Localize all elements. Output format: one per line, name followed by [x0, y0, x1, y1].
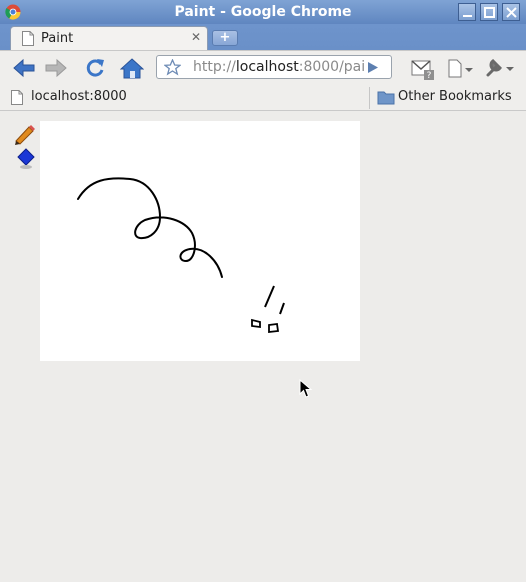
tab-paint[interactable]: Paint ✕	[10, 26, 208, 50]
drawing-canvas[interactable]	[40, 121, 360, 361]
go-arrow-icon[interactable]	[367, 61, 379, 74]
bookmark-localhost[interactable]: localhost:8000	[31, 89, 127, 104]
window-title: Paint - Google Chrome	[174, 4, 352, 20]
other-bookmarks[interactable]: Other Bookmarks	[398, 89, 512, 104]
address-bar[interactable]: http://localhost:8000/pai	[156, 55, 392, 79]
minimize-icon	[463, 15, 472, 17]
back-icon[interactable]	[12, 58, 36, 78]
svg-text:?: ?	[427, 71, 432, 81]
page-icon	[11, 90, 23, 105]
pencil-icon[interactable]	[13, 123, 35, 145]
pencil-stroke	[279, 302, 285, 315]
url-text: http://localhost:8000/pai	[193, 59, 366, 75]
bookmark-separator	[369, 87, 370, 109]
close-icon	[506, 7, 517, 18]
forward-icon[interactable]	[44, 58, 68, 78]
maximize-button[interactable]	[480, 3, 498, 21]
pencil-stroke	[77, 177, 223, 278]
pencil-stroke	[268, 322, 280, 334]
folder-icon	[377, 91, 395, 105]
pencil-stroke	[264, 285, 275, 308]
mouse-cursor-icon	[299, 379, 313, 398]
page-menu-icon[interactable]	[447, 59, 475, 79]
tab-label: Paint	[41, 31, 74, 46]
maximize-icon	[484, 7, 495, 18]
star-bookmark-icon[interactable]	[164, 59, 181, 76]
pencil-stroke	[251, 318, 261, 329]
home-icon[interactable]	[120, 57, 144, 79]
page-icon	[22, 31, 34, 46]
eraser-icon[interactable]	[15, 148, 37, 170]
tab-close-icon[interactable]: ✕	[191, 30, 201, 44]
wrench-icon[interactable]	[484, 58, 516, 78]
canvas-drawing	[77, 177, 285, 334]
new-tab-button[interactable]: +	[212, 30, 238, 46]
gmail-icon[interactable]: ?	[410, 58, 438, 82]
reload-icon[interactable]	[84, 57, 106, 79]
close-window-button[interactable]	[502, 3, 520, 21]
minimize-button[interactable]	[458, 3, 476, 21]
